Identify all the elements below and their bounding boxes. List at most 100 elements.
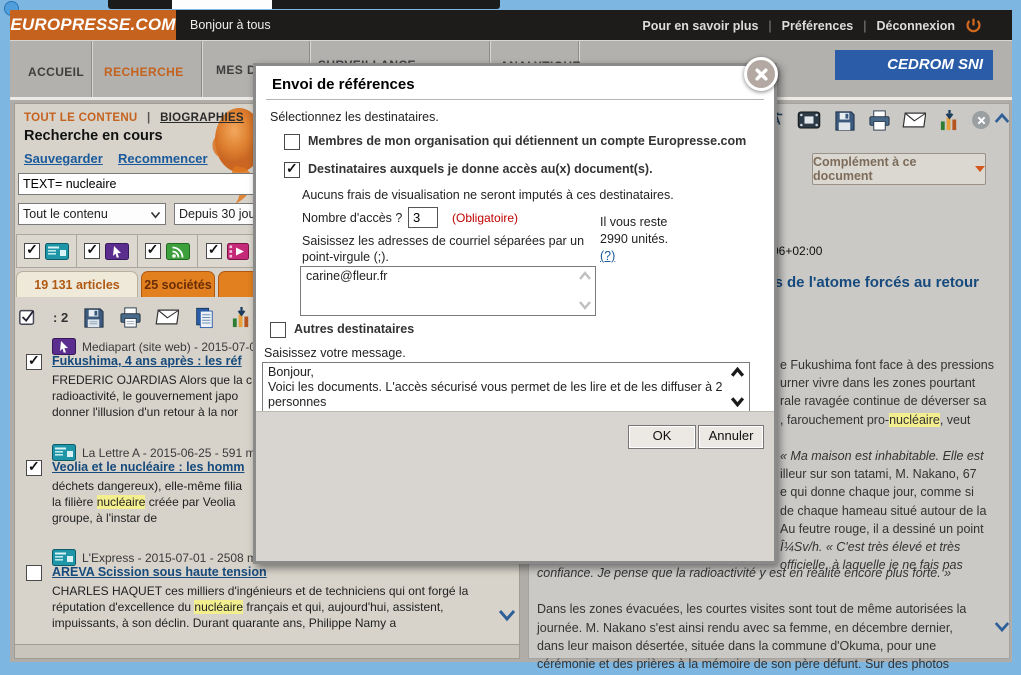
- no-fees-note: Aucuns frais de visualisation ne seront …: [302, 188, 674, 202]
- image-frame-icon[interactable]: [797, 108, 821, 132]
- email-icon[interactable]: [155, 305, 179, 329]
- recipients-checkbox-row: Destinataires auxquels je donne accès au…: [284, 162, 653, 178]
- document-text-line: Dans les zones évacuées, les courtes vis…: [537, 602, 989, 620]
- source-type-checkbox[interactable]: [24, 243, 40, 259]
- article-title-link[interactable]: Veolia et le nucléaire : les homm: [52, 460, 244, 474]
- scroll-down-icon[interactable]: [578, 300, 592, 310]
- source-type-checkbox[interactable]: [84, 243, 100, 259]
- restart-search-link[interactable]: Recommencer: [118, 151, 208, 166]
- document-text-line: « Ma maison est inhabitable. Elle est: [780, 449, 1010, 467]
- cancel-button[interactable]: Annuler: [698, 425, 764, 449]
- document-text-line: e Fukushima font face à des pressions: [780, 358, 1010, 376]
- scroll-up-icon[interactable]: [578, 271, 592, 281]
- article-checkbox[interactable]: [26, 460, 42, 476]
- document-text-line: , farouchement pro-nucléaire, veut: [780, 413, 1010, 431]
- article-checkbox[interactable]: [26, 565, 42, 581]
- scroll-up-icon[interactable]: [730, 367, 745, 378]
- scroll-down-icon[interactable]: [730, 396, 745, 407]
- logout-link[interactable]: Déconnexion: [877, 19, 956, 33]
- article-snippet: CHARLES HAQUET ces milliers d'ingénieurs…: [52, 583, 468, 631]
- close-dialog-button[interactable]: [744, 57, 778, 91]
- select-all-icon[interactable]: [16, 305, 40, 329]
- press-card-icon: [45, 243, 69, 260]
- document-text-line: e qui donne chaque jour, comme si: [780, 485, 1010, 503]
- others-label: Autres destinataires: [294, 322, 414, 336]
- chevron-down-icon: [150, 211, 161, 219]
- snippet-line: la filière nucléaire créée par Veolia: [52, 494, 242, 510]
- article-title-link[interactable]: AREVA Scission sous haute tension: [52, 565, 267, 579]
- list-scroll-down-icon[interactable]: [498, 608, 516, 622]
- article-source: La Lettre A - 2015-06-25 - 591 m: [52, 444, 255, 461]
- browser-strip: [108, 0, 500, 9]
- source-type-row: [16, 234, 258, 268]
- tab-accueil[interactable]: ACCUEIL: [28, 65, 84, 79]
- access-count-label: Nombre d'accès ?: [302, 211, 402, 225]
- doc-clipped-lines: e Fukushima font face à des pressionsurn…: [780, 358, 1010, 576]
- power-icon[interactable]: [965, 17, 982, 34]
- credits-remaining-line1: Il vous reste: [600, 215, 667, 229]
- header-bar: EUROPRESSE.COM Bonjour à tous Pour en sa…: [10, 10, 1012, 40]
- document-text-line: journée. M. Nakano s'est ainsi rendu ave…: [537, 621, 989, 639]
- others-checkbox[interactable]: [270, 322, 286, 338]
- cedrom-sni-logo: CEDROM SNI: [835, 50, 993, 80]
- browser-tab: [172, 0, 272, 9]
- article-checkbox[interactable]: [26, 354, 42, 370]
- members-checkbox-row: Membres de mon organisation qui détienne…: [284, 134, 746, 150]
- message-textarea[interactable]: Bonjour, Voici les documents. L'accès sé…: [262, 362, 750, 414]
- tab-recherche[interactable]: RECHERCHE: [104, 65, 184, 79]
- complement-button[interactable]: Complément à ce document: [812, 153, 986, 185]
- scope-biographies[interactable]: BIOGRAPHIES: [160, 112, 244, 124]
- ok-button[interactable]: OK: [628, 425, 696, 449]
- snippet-line: déchets dangereux), elle-même filia: [52, 478, 242, 494]
- scope-all-content[interactable]: TOUT LE CONTENU: [24, 112, 138, 124]
- doc-scroll-down-icon[interactable]: [994, 620, 1010, 633]
- doc-scroll-up-icon[interactable]: [994, 112, 1010, 125]
- video-icon: [227, 243, 249, 260]
- recipients-checkbox[interactable]: [284, 162, 300, 178]
- document-text-line: dans leur maison désertée, située dans l…: [537, 639, 989, 657]
- web-icon: [52, 338, 76, 355]
- close-document-icon[interactable]: [972, 111, 990, 129]
- documents-icon[interactable]: [192, 305, 216, 329]
- email-icon[interactable]: [902, 108, 926, 132]
- print-icon[interactable]: [867, 108, 891, 132]
- save-icon[interactable]: [81, 305, 105, 329]
- document-toolbar: A: [762, 108, 990, 132]
- email-label-line1: Saisissez les adresses de courriel sépar…: [302, 234, 584, 248]
- europresse-logo[interactable]: EUROPRESSE.COM: [10, 10, 176, 40]
- source-type-checkbox[interactable]: [145, 243, 161, 259]
- preferences-link[interactable]: Préférences: [782, 19, 854, 33]
- analysis-chart-icon[interactable]: [937, 108, 961, 132]
- send-references-dialog: Envoi de références Sélectionnez les des…: [253, 63, 777, 564]
- snippet-line: radioactivité, le gouvernement japo: [52, 388, 252, 404]
- message-label: Saisissez votre message.: [264, 346, 406, 360]
- results-toolbar: : 2: [16, 303, 253, 331]
- rss-icon: [166, 243, 190, 260]
- email-recipients-textarea[interactable]: carine@fleur.fr: [300, 266, 596, 316]
- required-note: (Obligatoire): [452, 211, 518, 225]
- snippet-line: groupe, à l'instar de: [52, 510, 242, 526]
- analysis-chart-icon[interactable]: [229, 305, 253, 329]
- document-text-line: [537, 584, 989, 602]
- snippet-line: réputation d'excellence du nucléaire fra…: [52, 599, 468, 615]
- document-text-line: cérémonie et des prières à la mémoire de…: [537, 657, 989, 675]
- save-icon[interactable]: [832, 108, 856, 132]
- print-icon[interactable]: [118, 305, 142, 329]
- credits-help-link[interactable]: (?): [600, 249, 615, 263]
- results-tab-societes[interactable]: 25 sociétés: [141, 271, 215, 297]
- members-checkbox[interactable]: [284, 134, 300, 150]
- results-tab-articles[interactable]: 19 131 articles: [16, 271, 138, 297]
- content-filter-select[interactable]: Tout le contenu: [18, 203, 166, 225]
- europresse-app: EUROPRESSE.COM Bonjour à tous Pour en sa…: [0, 0, 1021, 675]
- source-type-checkbox[interactable]: [206, 243, 222, 259]
- highlighted-term: nucléaire: [889, 413, 940, 427]
- close-icon: [755, 68, 768, 81]
- document-text-line: rale ravagée continue de déverser sa: [780, 394, 1010, 412]
- doc-full-lines: confiance. Je pense que la radioactivité…: [537, 566, 989, 675]
- learn-more-link[interactable]: Pour en savoir plus: [642, 19, 758, 33]
- snippet-line: CHARLES HAQUET ces milliers d'ingénieurs…: [52, 583, 468, 599]
- snippet-line: impuissants, à son déclin. Durant quaran…: [52, 615, 468, 631]
- article-title-link[interactable]: Fukushima, 4 ans après : les réf: [52, 354, 242, 368]
- access-count-input[interactable]: [408, 207, 438, 228]
- save-search-link[interactable]: Sauvegarder: [24, 151, 103, 166]
